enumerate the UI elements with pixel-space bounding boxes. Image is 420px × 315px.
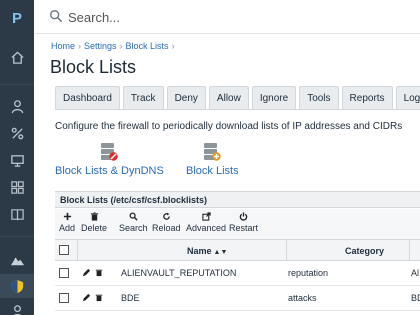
book-icon[interactable] [0,202,34,226]
blocklists-link[interactable]: Block Lists [186,141,239,177]
advanced-label: Advanced [186,223,227,233]
mountain-plugin-icon[interactable] [0,248,34,272]
add-label: Add [59,223,76,233]
reload-icon [162,212,170,220]
advanced-button[interactable]: Advanced [186,212,226,233]
delete-label: Delete [81,223,108,233]
search-icon [50,10,63,23]
breadcrumb-settings[interactable]: Settings [84,41,117,51]
table-row[interactable]: BDE attacks BDr [55,286,420,311]
sidebar-divider [0,84,34,85]
table-row[interactable]: ALIENVAULT_REPUTATION reputation Al [55,261,420,286]
row-category: reputation [288,268,329,278]
row-name: BDE [121,293,140,303]
search-bar [34,0,420,34]
app-root: P H [0,0,420,315]
column-header-category[interactable]: Category [345,246,384,256]
breadcrumb-separator: › [171,41,175,51]
tab-underline [55,109,420,110]
server-plus-icon [204,143,221,161]
external-link-icon [201,212,211,221]
delete-button[interactable]: Delete [81,212,107,233]
add-button[interactable]: Add [59,212,75,233]
breadcrumb-separator: › [78,41,82,51]
breadcrumb-separator: › [119,41,123,51]
page-title: Block Lists [50,57,137,77]
monitor-icon[interactable] [0,148,34,172]
breadcrumb-home[interactable]: Home [51,41,75,51]
tab-dashboard[interactable]: Dashboard [55,86,120,110]
tab-ignore[interactable]: Ignore [251,86,297,110]
reload-button[interactable]: Reload [152,212,181,233]
row-extra: BDr [411,293,420,303]
row-name: ALIENVAULT_REPUTATION [121,268,237,278]
search-icon [129,212,138,221]
tab-allow[interactable]: Allow [208,86,249,110]
user-icon[interactable] [0,299,34,315]
page-description: Configure the firewall to periodically d… [55,121,403,132]
column-divider [77,240,78,261]
row-checkbox[interactable] [59,293,69,303]
tab-reports[interactable]: Reports [341,86,393,110]
user-icon[interactable] [0,94,34,118]
home-icon[interactable] [0,45,34,69]
breadcrumb: Home › Settings › Block Lists › [51,41,178,51]
server-block-icon [101,143,119,161]
restart-label: Restart [229,223,259,233]
panel-title: Block Lists (/etc/csf/csf.blocklists) [55,191,420,208]
tab-deny[interactable]: Deny [166,86,206,110]
plus-icon [63,212,71,221]
blocklists-label: Block Lists [186,165,239,177]
tab-logs[interactable]: Logs [395,86,420,110]
select-all-checkbox[interactable] [59,245,69,255]
column-divider [286,240,287,261]
grid-icon[interactable] [0,175,34,199]
table-header: Name ▲▼ Category [55,239,420,261]
trash-icon[interactable] [95,268,103,279]
tab-bar: Dashboard Track Deny Allow Ignore Tools … [55,86,420,110]
sort-icon: ▲▼ [213,249,228,256]
breadcrumb-block-lists[interactable]: Block Lists [126,41,169,51]
list-toolbar: Add Delete Search Reload Advanced Restar… [55,209,420,239]
trash-icon[interactable] [95,293,103,304]
tab-track[interactable]: Track [122,86,164,110]
search-label: Search [119,223,148,233]
row-category: attacks [288,293,317,303]
edit-icon[interactable] [82,268,91,279]
row-checkbox[interactable] [59,268,69,278]
sidebar-divider [0,236,34,237]
blocklists-dyndns-label: Block Lists & DynDNS [55,165,164,177]
column-divider [409,240,410,261]
search-button[interactable]: Search [119,212,148,233]
blocklists-dyndns-link[interactable]: Block Lists & DynDNS [55,141,164,177]
name-header-label: Name [187,246,212,256]
column-header-name[interactable]: Name ▲▼ [187,246,227,256]
firewall-shield-icon[interactable] [0,274,34,298]
reload-label: Reload [152,223,181,233]
sidebar: P [0,0,34,315]
percent-icon[interactable] [0,121,34,145]
row-extra: Al [411,268,420,278]
restart-button[interactable]: Restart [229,212,258,233]
edit-icon[interactable] [82,293,91,304]
app-logo[interactable]: P [0,0,34,37]
search-input[interactable] [68,7,368,27]
power-icon [239,212,248,221]
trash-icon [90,212,98,221]
tab-tools[interactable]: Tools [299,86,339,110]
